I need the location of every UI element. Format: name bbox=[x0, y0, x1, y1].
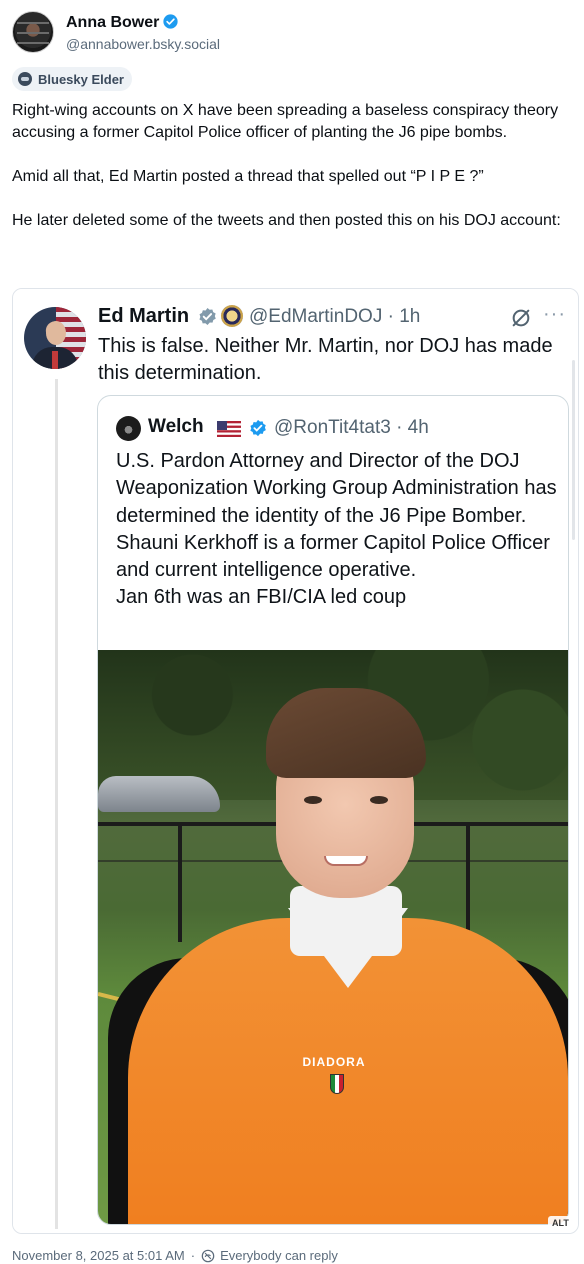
scrollbar[interactable] bbox=[572, 360, 575, 540]
post-paragraph: Right-wing accounts on X have been sprea… bbox=[12, 102, 559, 141]
tweet-text: This is false. Neither Mr. Martin, nor D… bbox=[98, 335, 553, 384]
label-chip-text: Bluesky Elder bbox=[38, 71, 124, 87]
quoted-tweet: Welch @RonTit4tat3 · 4h U.S. Pardon Atto… bbox=[97, 395, 569, 1225]
welch-avatar bbox=[116, 416, 141, 441]
quoted-author-handle: @RonTit4tat3 · 4h bbox=[274, 417, 429, 438]
tweet-screenshot: Ed Martin @EdMartinDOJ · 1h ··· This is … bbox=[13, 289, 578, 1233]
gray-verified-icon bbox=[199, 307, 216, 326]
grok-icon bbox=[512, 309, 530, 327]
bluesky-elder-label[interactable]: Bluesky Elder bbox=[12, 67, 132, 91]
post-image[interactable]: Ed Martin @EdMartinDOJ · 1h ··· This is … bbox=[12, 288, 579, 1234]
ed-martin-avatar bbox=[24, 307, 86, 369]
post-timestamp[interactable]: November 8, 2025 at 5:01 AM bbox=[12, 1248, 185, 1263]
quoted-tweet-text: U.S. Pardon Attorney and Director of the… bbox=[116, 450, 557, 609]
author-name-text[interactable]: Anna Bower bbox=[66, 14, 159, 31]
separator-dot: · bbox=[190, 1248, 196, 1263]
tweet-author-name: Ed Martin bbox=[98, 305, 190, 327]
quoted-author-name: Welch bbox=[148, 416, 204, 437]
author-display-name[interactable]: Anna Bower bbox=[66, 14, 178, 32]
alt-text-button[interactable]: ALT bbox=[548, 1216, 573, 1230]
blue-verified-icon bbox=[250, 419, 266, 437]
thread-line bbox=[55, 379, 58, 1229]
us-flag-icon bbox=[217, 421, 241, 437]
tweet-author-handle: @EdMartinDOJ · 1h bbox=[249, 306, 421, 327]
doj-seal-icon bbox=[221, 305, 243, 327]
post-header: Anna Bower @annabower.bsky.social bbox=[12, 11, 572, 55]
verified-check-icon bbox=[163, 14, 178, 29]
post-footer: November 8, 2025 at 5:01 AM · Everybody … bbox=[12, 1248, 572, 1263]
jersey-brand-text: DIADORA bbox=[302, 1055, 366, 1069]
jersey-crest-icon bbox=[330, 1074, 344, 1094]
reply-settings-icon bbox=[201, 1249, 215, 1262]
elder-icon bbox=[18, 72, 32, 86]
post-paragraph: Amid all that, Ed Martin posted a thread… bbox=[12, 168, 484, 185]
post-paragraph: He later deleted some of the tweets and … bbox=[12, 212, 561, 229]
person-figure bbox=[108, 688, 568, 1224]
post-body: Right-wing accounts on X have been sprea… bbox=[12, 100, 572, 254]
reply-setting-text[interactable]: Everybody can reply bbox=[220, 1248, 338, 1263]
quoted-photo: DIADORA bbox=[98, 650, 568, 1224]
author-avatar[interactable] bbox=[12, 11, 54, 53]
more-icon: ··· bbox=[543, 303, 566, 325]
author-handle[interactable]: @annabower.bsky.social bbox=[66, 36, 220, 52]
